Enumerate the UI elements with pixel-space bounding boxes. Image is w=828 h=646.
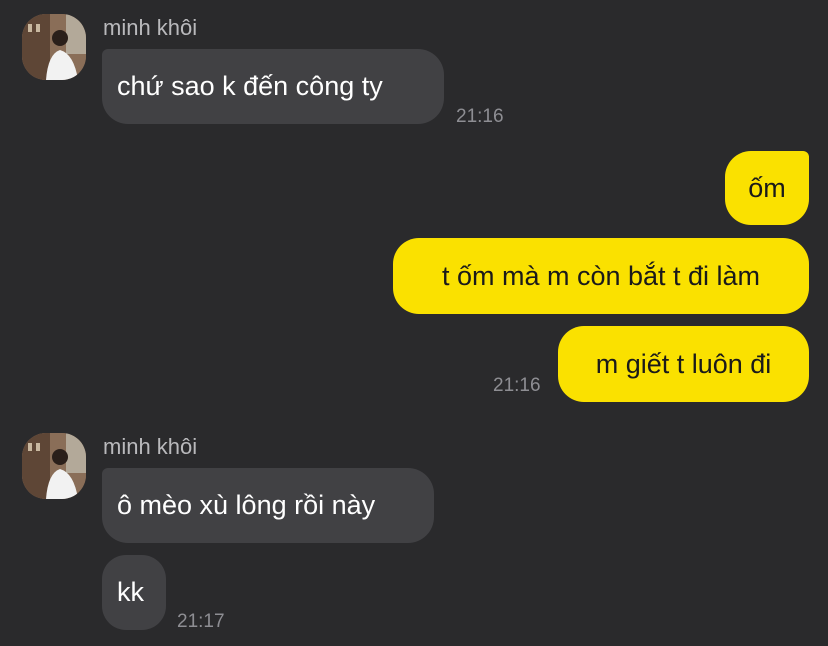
message-timestamp: 21:16 [456, 106, 504, 127]
message-timestamp: 21:16 [493, 375, 541, 396]
profile-photo-icon [22, 14, 86, 80]
sender-name: minh khôi [103, 434, 198, 459]
sender-avatar[interactable] [22, 433, 86, 499]
message-bubble[interactable]: kk [102, 555, 166, 630]
message-bubble[interactable]: m giết t luôn đi [558, 326, 809, 402]
sender-avatar[interactable] [22, 14, 86, 80]
profile-photo-icon [22, 433, 86, 499]
message-bubble[interactable]: chứ sao k đến công ty [102, 49, 444, 124]
message-bubble[interactable]: t ốm mà m còn bắt t đi làm [393, 238, 809, 314]
message-bubble[interactable]: ốm [725, 151, 809, 225]
message-timestamp: 21:17 [177, 611, 225, 632]
message-bubble[interactable]: ô mèo xù lông rồi này [102, 468, 434, 543]
sender-name: minh khôi [103, 15, 198, 40]
